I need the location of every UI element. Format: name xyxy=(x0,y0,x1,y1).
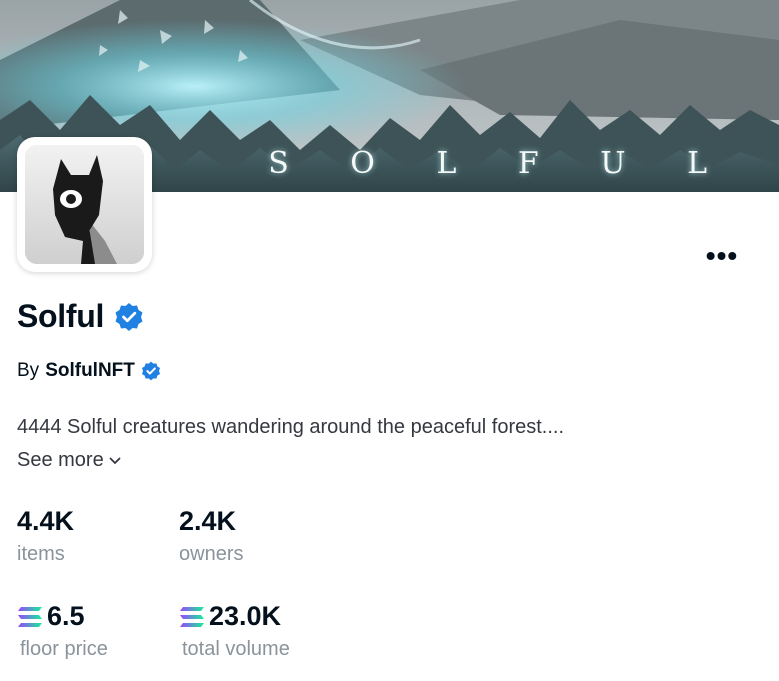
stat-owners[interactable]: 2.4K owners xyxy=(179,506,243,566)
stat-floor-price-label: floor price xyxy=(20,638,108,660)
see-more-label: See more xyxy=(17,449,104,471)
collection-title: Solful xyxy=(17,298,105,334)
see-more-button[interactable]: See more xyxy=(17,449,121,472)
more-dots-icon: ••• xyxy=(705,240,739,271)
stat-items-label: items xyxy=(17,543,65,565)
creator-link[interactable]: SolfulNFT xyxy=(45,360,135,382)
banner-wordmark: S O L F U L xyxy=(268,146,733,181)
stat-items-value: 4.4K xyxy=(17,506,75,536)
creator-verified-icon xyxy=(141,361,160,381)
stat-owners-label: owners xyxy=(179,543,244,565)
stat-items[interactable]: 4.4K items xyxy=(17,506,74,566)
solana-icon xyxy=(18,606,42,627)
stat-owners-value: 2.4K xyxy=(179,506,237,536)
stat-total-volume[interactable]: 23.0K total volume xyxy=(179,601,290,661)
more-options-button[interactable]: ••• xyxy=(700,242,744,270)
verified-badge-icon xyxy=(115,302,143,331)
stat-floor-price[interactable]: 6.5 floor price xyxy=(17,601,108,661)
solana-icon xyxy=(180,606,204,627)
stat-total-volume-value: 23.0K xyxy=(209,601,282,631)
collection-description: 4444 Solful creatures wandering around t… xyxy=(17,416,565,438)
stat-total-volume-label: total volume xyxy=(182,638,290,660)
creator-row: By SolfulNFT xyxy=(17,360,161,382)
avatar-image xyxy=(25,145,144,264)
chevron-down-icon xyxy=(109,457,121,464)
collection-avatar xyxy=(17,137,152,272)
collection-title-row: Solful xyxy=(17,298,144,335)
by-prefix: By xyxy=(17,360,40,381)
stat-floor-price-value: 6.5 xyxy=(47,601,85,631)
